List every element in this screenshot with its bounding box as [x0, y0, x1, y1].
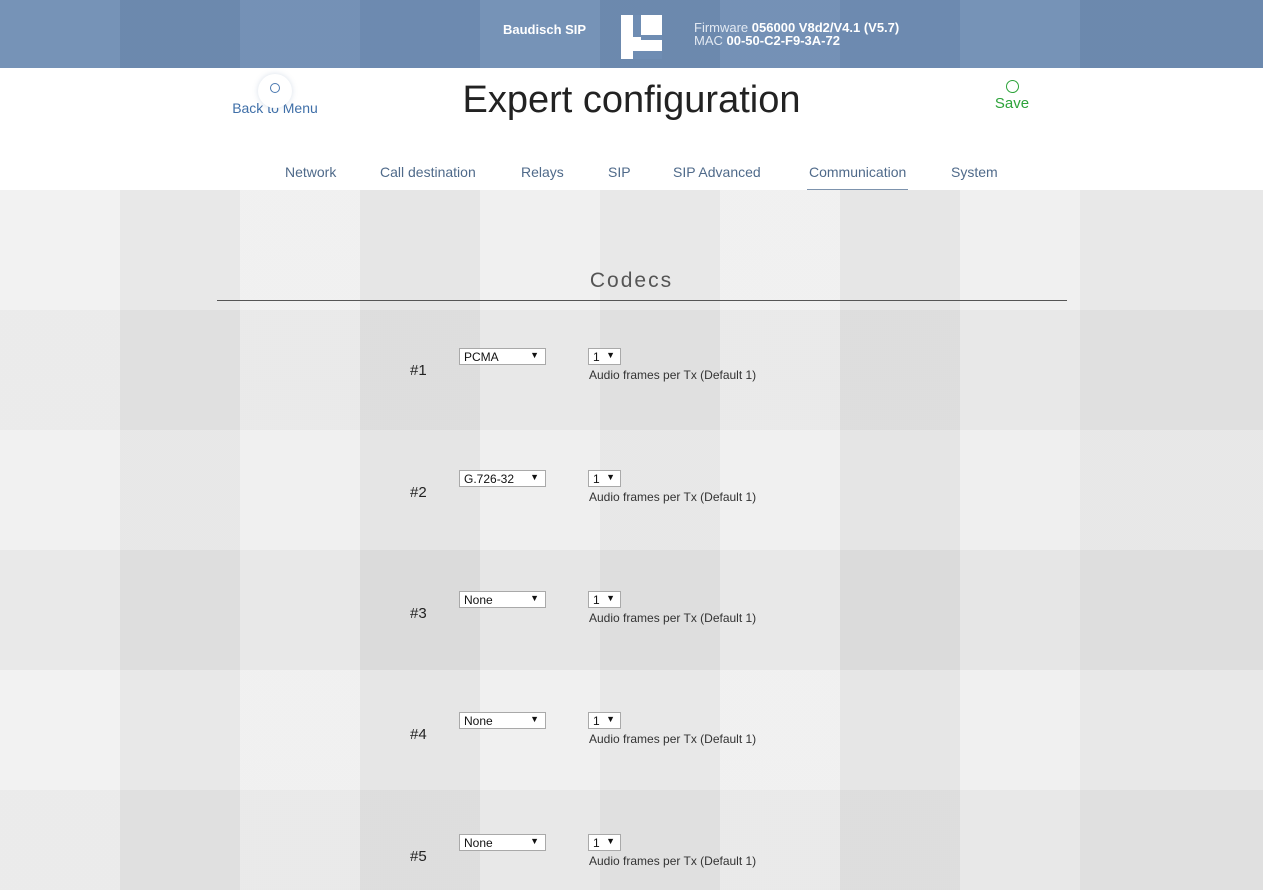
codec-row: #4 None ▼ 1 ▼ Audio frames per Tx (Default… — [0, 712, 1263, 772]
mac-value: 00-50-C2-F9-3A-72 — [726, 33, 840, 48]
codec-index: #5 — [410, 848, 427, 865]
frames-value: 1 — [593, 593, 600, 607]
codec-row: #1 PCMA ▼ 1 ▼ Audio frames per Tx (Default… — [0, 348, 1263, 408]
dropdown-arrow-icon: ▼ — [530, 593, 539, 603]
codec-value: None — [464, 593, 493, 607]
dropdown-arrow-icon: ▼ — [606, 350, 615, 360]
codec-value: None — [464, 836, 493, 850]
dropdown-arrow-icon: ▼ — [606, 593, 615, 603]
codec-select[interactable]: PCMA ▼ — [459, 348, 546, 365]
page-title: Expert configuration — [462, 79, 801, 121]
codec-index: #2 — [410, 484, 427, 501]
frames-hint: Audio frames per Tx (Default 1) — [589, 611, 757, 625]
save-button[interactable]: Save — [988, 80, 1036, 112]
frames-hint: Audio frames per Tx (Default 1) — [589, 490, 757, 504]
dropdown-arrow-icon: ▼ — [530, 472, 539, 482]
tab-sip[interactable]: SIP — [608, 164, 631, 180]
frames-hint: Audio frames per Tx (Default 1) — [589, 854, 757, 868]
dropdown-arrow-icon: ▼ — [606, 714, 615, 724]
codec-index: #1 — [410, 362, 427, 379]
codec-row: #3 None ▼ 1 ▼ Audio frames per Tx (Default… — [0, 591, 1263, 651]
save-label: Save — [994, 95, 1030, 112]
codec-index: #4 — [410, 726, 427, 743]
tab-bar: Network Call destination Relays SIP SIP … — [0, 164, 1263, 191]
frames-hint: Audio frames per Tx (Default 1) — [589, 368, 757, 382]
dropdown-arrow-icon: ▼ — [530, 714, 539, 724]
main-content: Codecs #1 PCMA ▼ 1 ▼ Audio frames per Tx (… — [0, 190, 1263, 890]
dropdown-arrow-icon: ▼ — [530, 350, 539, 360]
frames-value: 1 — [593, 714, 600, 728]
firmware-info: Firmware 056000 V8d2/V4.1 (V5.7) MAC 00-… — [694, 21, 899, 47]
frames-select[interactable]: 1 ▼ — [588, 712, 621, 729]
tab-communication[interactable]: Communication — [806, 164, 909, 191]
tab-sip-advanced[interactable]: SIP Advanced — [673, 164, 761, 180]
mac-label: MAC — [694, 33, 723, 48]
frames-value: 1 — [593, 350, 600, 364]
frames-value: 1 — [593, 472, 600, 486]
codec-row: #2 G.726-32 ▼ 1 ▼ Audio frames per Tx (Def… — [0, 470, 1263, 530]
company-logo — [621, 15, 662, 59]
frames-select[interactable]: 1 ▼ — [588, 591, 621, 608]
codec-row: #5 None ▼ 1 ▼ Audio frames per Tx (Default… — [0, 834, 1263, 894]
dropdown-arrow-icon: ▼ — [606, 836, 615, 846]
tab-relays[interactable]: Relays — [521, 164, 564, 180]
tab-system[interactable]: System — [951, 164, 998, 180]
codec-index: #3 — [410, 605, 427, 622]
frames-select[interactable]: 1 ▼ — [588, 470, 621, 487]
dropdown-arrow-icon: ▼ — [606, 472, 615, 482]
section-title: Codecs — [589, 269, 674, 292]
codec-select[interactable]: None ▼ — [459, 591, 546, 608]
save-circle-icon — [1005, 80, 1019, 93]
codec-value: PCMA — [464, 350, 499, 364]
dropdown-arrow-icon: ▼ — [530, 836, 539, 846]
frames-select[interactable]: 1 ▼ — [588, 348, 621, 365]
frames-value: 1 — [593, 836, 600, 850]
top-bar: Baudisch SIP Firmware 056000 V8d2/V4.1 (… — [0, 0, 1263, 68]
device-name: Baudisch SIP — [503, 22, 587, 37]
tab-network[interactable]: Network — [285, 164, 336, 180]
tab-call-destination[interactable]: Call destination — [380, 164, 476, 180]
codec-select[interactable]: G.726-32 ▼ — [459, 470, 546, 487]
frames-hint: Audio frames per Tx (Default 1) — [589, 732, 757, 746]
codec-select[interactable]: None ▼ — [459, 834, 546, 851]
codec-select[interactable]: None ▼ — [459, 712, 546, 729]
frames-select[interactable]: 1 ▼ — [588, 834, 621, 851]
section-divider — [217, 300, 1067, 301]
codec-value: None — [464, 714, 493, 728]
codec-value: G.726-32 — [464, 472, 515, 486]
